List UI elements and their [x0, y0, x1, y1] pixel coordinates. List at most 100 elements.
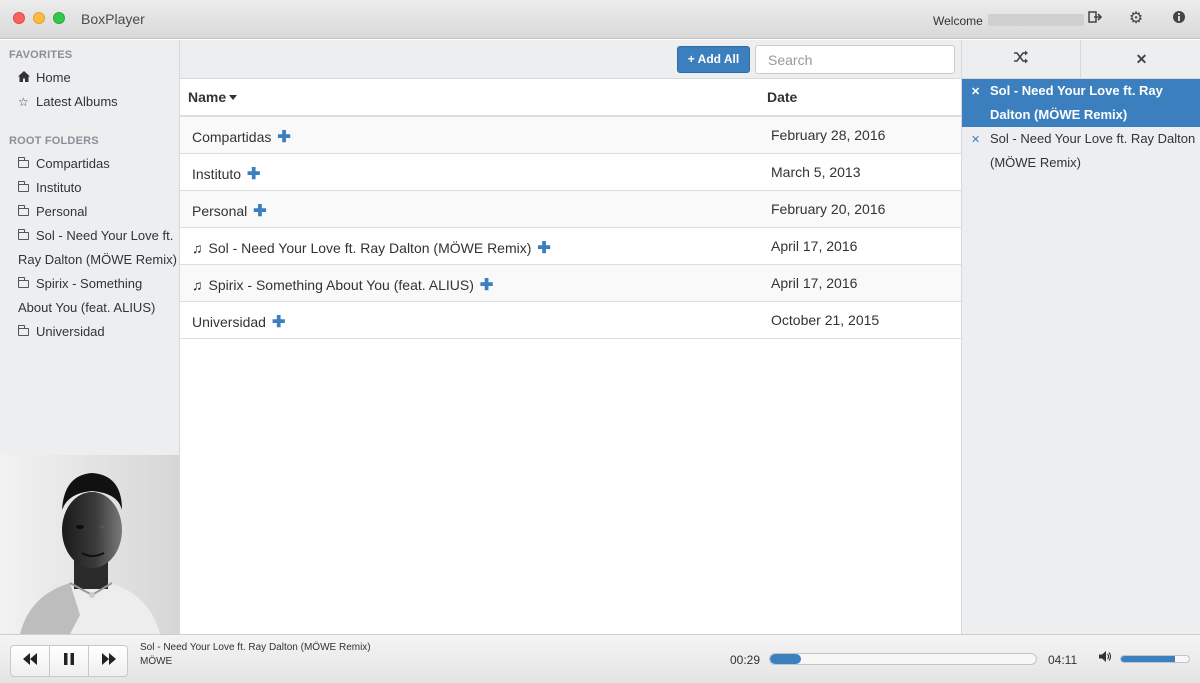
toolbar: + Add All [180, 40, 961, 79]
album-art [0, 455, 180, 634]
volume-fill [1121, 656, 1176, 662]
sidebar-item-label: Latest Albums [36, 94, 118, 109]
column-header-name[interactable]: Name [188, 89, 238, 105]
volume-slider[interactable] [1120, 655, 1190, 663]
welcome-label: Welcome [933, 14, 983, 28]
shuffle-button[interactable] [962, 40, 1081, 79]
sidebar-item-label: Personal [36, 204, 88, 219]
folder-icon [18, 181, 29, 192]
window-maximize-button[interactable] [53, 12, 65, 24]
sidebar-item-label: Universidad [36, 324, 105, 339]
playlist-toolbar: ✕ [962, 40, 1200, 79]
folder-icon [18, 205, 29, 216]
sidebar-item-instituto[interactable]: Instituto [18, 176, 82, 200]
now-playing-artist: MÖWE [140, 656, 173, 667]
volume-icon[interactable] [1099, 651, 1112, 665]
sidebar: FAVORITES Home ☆ Latest Albums ROOT FOLDE… [0, 40, 180, 455]
progress-bar[interactable] [769, 653, 1037, 665]
music-note-icon: ♫ [192, 240, 203, 256]
main-content: + Add All Name Date Compartidas ✚ Februar… [180, 40, 961, 634]
close-icon: ✕ [1135, 51, 1148, 67]
row-date: April 17, 2016 [771, 238, 858, 254]
favorites-heading: FAVORITES [9, 49, 73, 61]
logout-icon[interactable] [1086, 10, 1104, 28]
table-header: Name Date [180, 79, 961, 117]
row-name[interactable]: Universidad [192, 314, 266, 330]
sort-caret-icon [229, 95, 238, 100]
playback-controls [10, 645, 128, 677]
gear-icon[interactable]: ⚙ [1127, 10, 1145, 28]
table-row[interactable]: Universidad ✚ October 21, 2015 [180, 302, 961, 339]
sidebar-item-label: Home [36, 70, 71, 85]
add-icon[interactable]: ✚ [253, 203, 266, 220]
total-time: 04:11 [1048, 653, 1078, 667]
playlist-item-title: Sol - Need Your Love ft. Ray Dalton (MÖW… [990, 83, 1163, 122]
row-date: February 20, 2016 [771, 201, 886, 217]
sidebar-item-label: Sol - Need Your Love ft. Ray Dalton (MÖW… [18, 228, 177, 267]
row-name[interactable]: Instituto [192, 166, 241, 182]
file-table: Compartidas ✚ February 28, 2016 Instituto… [180, 117, 961, 339]
username-redacted [988, 14, 1084, 26]
playlist-item[interactable]: ✕ Sol - Need Your Love ft. Ray Dalton (M… [962, 79, 1200, 127]
folder-icon [18, 229, 29, 240]
playlist-item-title: Sol - Need Your Love ft. Ray Dalton (MÖW… [990, 131, 1196, 170]
star-icon: ☆ [18, 95, 29, 109]
table-row[interactable]: ♫ Spirix - Something About You (feat. ALI… [180, 265, 961, 302]
row-name[interactable]: Spirix - Something About You (feat. ALIU… [209, 277, 474, 293]
playlist-item[interactable]: ✕ Sol - Need Your Love ft. Ray Dalton (M… [962, 127, 1200, 175]
sidebar-item-personal[interactable]: Personal [18, 200, 87, 224]
pause-button[interactable] [50, 646, 89, 676]
remove-icon[interactable]: ✕ [971, 128, 980, 152]
row-name[interactable]: Compartidas [192, 129, 271, 145]
row-date: March 5, 2013 [771, 164, 861, 180]
info-icon[interactable] [1170, 10, 1188, 28]
sidebar-item-sol[interactable]: Sol - Need Your Love ft. Ray Dalton (MÖW… [18, 224, 178, 272]
table-row[interactable]: Instituto ✚ March 5, 2013 [180, 154, 961, 191]
sidebar-item-label: Compartidas [36, 156, 110, 171]
table-row[interactable]: Compartidas ✚ February 28, 2016 [180, 117, 961, 154]
add-icon[interactable]: ✚ [247, 166, 260, 183]
current-time: 00:29 [730, 653, 761, 667]
row-date: April 17, 2016 [771, 275, 858, 291]
add-all-button[interactable]: + Add All [677, 46, 750, 73]
window-close-button[interactable] [13, 12, 25, 24]
sidebar-item-home[interactable]: Home [18, 66, 71, 90]
folder-icon [18, 277, 29, 288]
row-date: October 21, 2015 [771, 312, 880, 328]
sidebar-item-compartidas[interactable]: Compartidas [18, 152, 110, 176]
forward-icon [101, 653, 116, 665]
add-icon[interactable]: ✚ [277, 129, 290, 146]
home-icon [18, 66, 32, 90]
table-row[interactable]: Personal ✚ February 20, 2016 [180, 191, 961, 228]
shuffle-icon [1014, 50, 1028, 64]
sidebar-item-spirix[interactable]: Spirix - Something About You (feat. ALIU… [18, 272, 178, 320]
next-button[interactable] [89, 646, 128, 676]
root-folders-heading: ROOT FOLDERS [9, 135, 99, 147]
remove-icon[interactable]: ✕ [971, 80, 980, 104]
clear-playlist-button[interactable]: ✕ [1082, 40, 1200, 79]
progress-fill [770, 654, 801, 664]
folder-icon [18, 325, 29, 336]
sidebar-item-label: Instituto [36, 180, 82, 195]
row-name[interactable]: Sol - Need Your Love ft. Ray Dalton (MÖW… [209, 240, 532, 256]
playlist-panel: ✕ ✕ Sol - Need Your Love ft. Ray Dalton … [961, 40, 1200, 634]
pause-icon [64, 653, 74, 665]
app-title: BoxPlayer [81, 11, 145, 27]
sidebar-item-label: Spirix - Something About You (feat. ALIU… [18, 276, 156, 315]
add-icon[interactable]: ✚ [272, 314, 285, 331]
column-header-date[interactable]: Date [767, 89, 797, 105]
folder-icon [18, 157, 29, 168]
player-bar: Sol - Need Your Love ft. Ray Dalton (MÖW… [0, 634, 1200, 683]
add-icon[interactable]: ✚ [480, 277, 493, 294]
window-minimize-button[interactable] [33, 12, 45, 24]
sidebar-item-universidad[interactable]: Universidad [18, 320, 105, 344]
row-date: February 28, 2016 [771, 127, 886, 143]
add-icon[interactable]: ✚ [537, 240, 550, 257]
now-playing-title: Sol - Need Your Love ft. Ray Dalton (MÖW… [140, 642, 371, 653]
rewind-icon [23, 653, 37, 665]
sidebar-item-latest-albums[interactable]: ☆ Latest Albums [18, 90, 118, 114]
row-name[interactable]: Personal [192, 203, 247, 219]
search-input[interactable] [755, 45, 955, 74]
table-row[interactable]: ♫ Sol - Need Your Love ft. Ray Dalton (MÖ… [180, 228, 961, 265]
previous-button[interactable] [11, 646, 50, 676]
